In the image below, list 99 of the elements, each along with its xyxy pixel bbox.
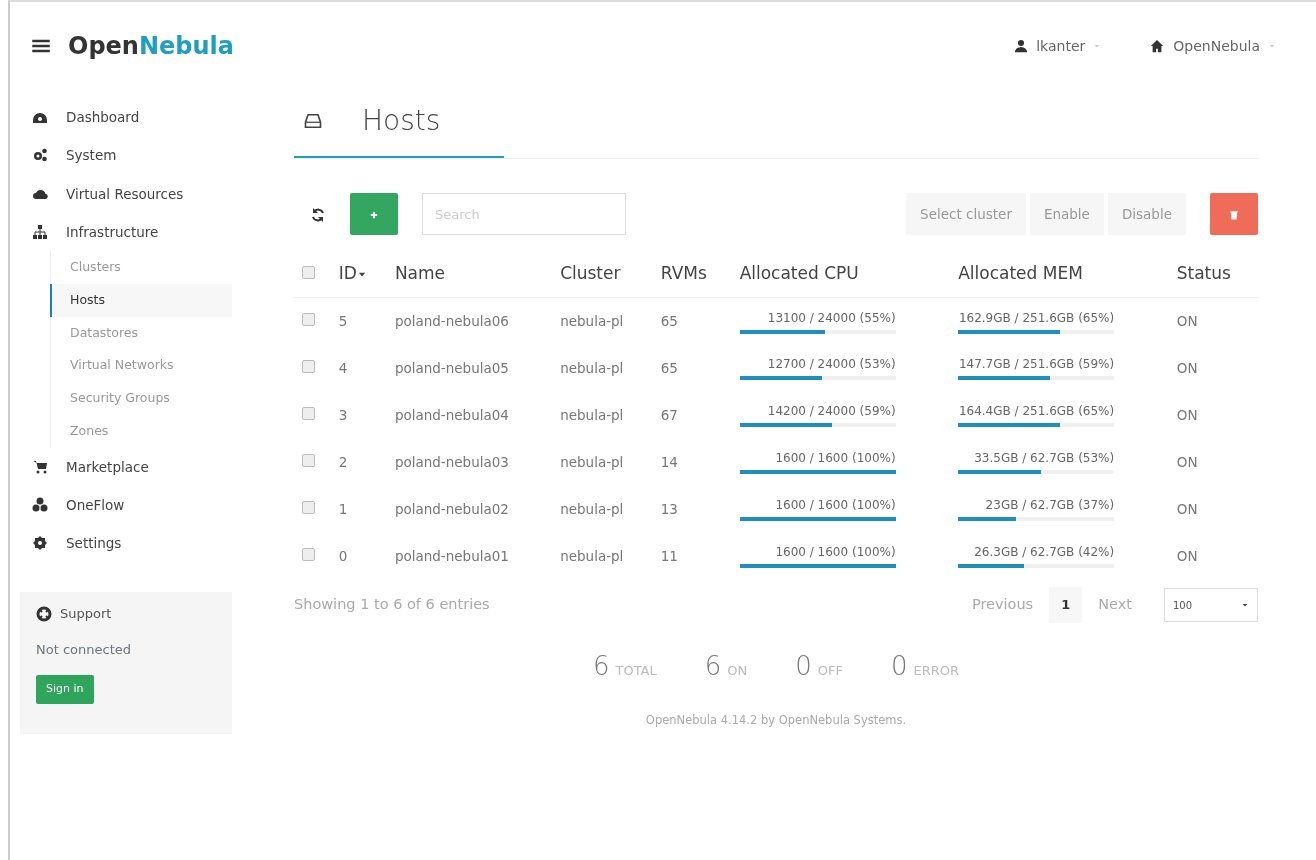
settings-icon (32, 535, 48, 552)
table-cell: 3 (338, 406, 348, 423)
column-header[interactable]: Name (394, 263, 446, 284)
stat-label: OFF (817, 661, 843, 680)
stat-value: 6 (592, 649, 610, 683)
lifebuoy-icon (36, 606, 52, 622)
entries-info: Showing 1 to 6 of 6 entries (294, 595, 490, 615)
sidebar-item[interactable]: Settings (20, 524, 232, 563)
stat-label: ON (727, 661, 748, 680)
column-header[interactable]: Status (1176, 263, 1231, 284)
table-cell: poland-nebula01 (394, 547, 509, 564)
column-header[interactable]: ID (338, 263, 357, 284)
user-menu[interactable]: lkanter (1014, 35, 1102, 57)
cart-icon (32, 458, 48, 475)
table-cell: poland-nebula03 (394, 453, 509, 470)
usage-reading: 1600 / 1600 (100%) (774, 544, 896, 562)
stat-label: TOTAL (615, 661, 657, 680)
column-header[interactable]: Cluster (560, 263, 621, 284)
home-icon (1149, 39, 1166, 53)
select-all-checkbox[interactable] (302, 266, 315, 280)
table-cell: 4 (338, 359, 348, 376)
usage-reading: 147.7GB / 251.6GB (59%) (958, 356, 1115, 374)
stat-value: 6 (704, 649, 722, 683)
page-size-select[interactable]: 100 (1164, 588, 1258, 622)
table-cell: 1 (338, 500, 348, 517)
table-cell: 5 (338, 312, 348, 329)
table-cell: 13 (660, 500, 678, 517)
usage-reading: 13100 / 24000 (55%) (766, 309, 896, 327)
table-cell: 14 (660, 453, 678, 470)
table-cell: 65 (660, 312, 678, 329)
sidebar-item[interactable]: OneFlow (20, 485, 232, 524)
status-text: ON (1176, 453, 1198, 470)
usage-reading: 1600 / 1600 (100%) (774, 497, 896, 515)
table-cell: 11 (660, 547, 678, 564)
usage-reading: 33.5GB / 62.7GB (53%) (973, 450, 1115, 468)
usage-reading: 23GB / 62.7GB (37%) (984, 497, 1115, 515)
usage-reading: 26.3GB / 62.7GB (42%) (973, 544, 1115, 562)
add-button[interactable] (350, 193, 398, 236)
sidebar-item[interactable]: Dashboard (20, 98, 232, 137)
table-cell: poland-nebula05 (394, 359, 509, 376)
usage-reading: 164.4GB / 251.6GB (65%) (958, 403, 1115, 421)
sidebar-item[interactable]: Virtual Resources (20, 174, 232, 213)
sidebar-item[interactable]: Marketplace (20, 447, 232, 486)
row-checkbox[interactable] (302, 453, 315, 467)
table-cell: nebula-pl (560, 453, 624, 470)
column-header[interactable]: RVMs (660, 263, 707, 284)
page-link[interactable]: 1 (1049, 587, 1083, 623)
row-checkbox[interactable] (302, 406, 315, 420)
stat-value: 0 (890, 649, 908, 683)
gears-icon (32, 147, 48, 164)
table-cell: nebula-pl (560, 547, 624, 564)
row-checkbox[interactable] (302, 312, 315, 326)
circles-icon (32, 496, 48, 513)
status-text: ON (1176, 312, 1198, 329)
usage-reading: 162.9GB / 251.6GB (65%) (958, 309, 1115, 327)
trash-icon (1229, 208, 1239, 221)
status-text: ON (1176, 500, 1198, 517)
stat-label: ERROR (913, 661, 960, 680)
row-checkbox[interactable] (302, 500, 315, 514)
table-cell: 67 (660, 406, 678, 423)
row-checkbox[interactable] (302, 547, 315, 561)
delete-button[interactable] (1210, 193, 1258, 236)
footer-text: OpenNebula 4.14.2 by OpenNebula Systems. (645, 712, 907, 727)
connection-status: Not connected (36, 640, 132, 659)
caret-icon (1093, 42, 1102, 50)
usage-reading: 12700 / 24000 (53%) (766, 356, 896, 374)
table-cell: 2 (338, 453, 348, 470)
sitemap-icon (32, 223, 48, 240)
row-checkbox[interactable] (302, 359, 315, 373)
status-text: ON (1176, 359, 1198, 376)
table-cell: nebula-pl (560, 312, 624, 329)
column-header[interactable]: Allocated MEM (958, 263, 1083, 284)
status-text: ON (1176, 547, 1198, 564)
table-cell: poland-nebula06 (394, 312, 509, 329)
zone-menu[interactable]: OpenNebula (1149, 35, 1276, 57)
table-cell: nebula-pl (560, 500, 624, 517)
logo: OpenNebula (68, 31, 234, 62)
plus-icon (369, 209, 379, 220)
table-cell: poland-nebula02 (394, 500, 509, 517)
user-icon (1014, 39, 1029, 53)
sidebar-item[interactable]: Infrastructure (20, 212, 232, 251)
caret-icon (1241, 601, 1249, 609)
sidebar-item[interactable]: System (20, 136, 232, 175)
support-title: Support (60, 605, 112, 624)
table-cell: poland-nebula04 (394, 406, 509, 423)
status-text: ON (1176, 406, 1198, 423)
table-cell: 0 (338, 547, 348, 564)
column-header[interactable]: Allocated CPU (739, 263, 859, 284)
table-cell: 65 (660, 359, 678, 376)
page-title: Hosts (362, 103, 441, 139)
usage-reading: 1600 / 1600 (100%) (774, 450, 896, 468)
drive-icon (302, 111, 324, 131)
refresh-icon (310, 206, 326, 223)
table-cell: nebula-pl (560, 359, 624, 376)
caret-icon (1268, 42, 1276, 50)
usage-reading: 14200 / 24000 (59%) (766, 403, 896, 421)
table-cell: nebula-pl (560, 406, 624, 423)
sidebar-subitem[interactable]: Hosts (50, 283, 232, 317)
stat-value: 0 (795, 649, 812, 683)
